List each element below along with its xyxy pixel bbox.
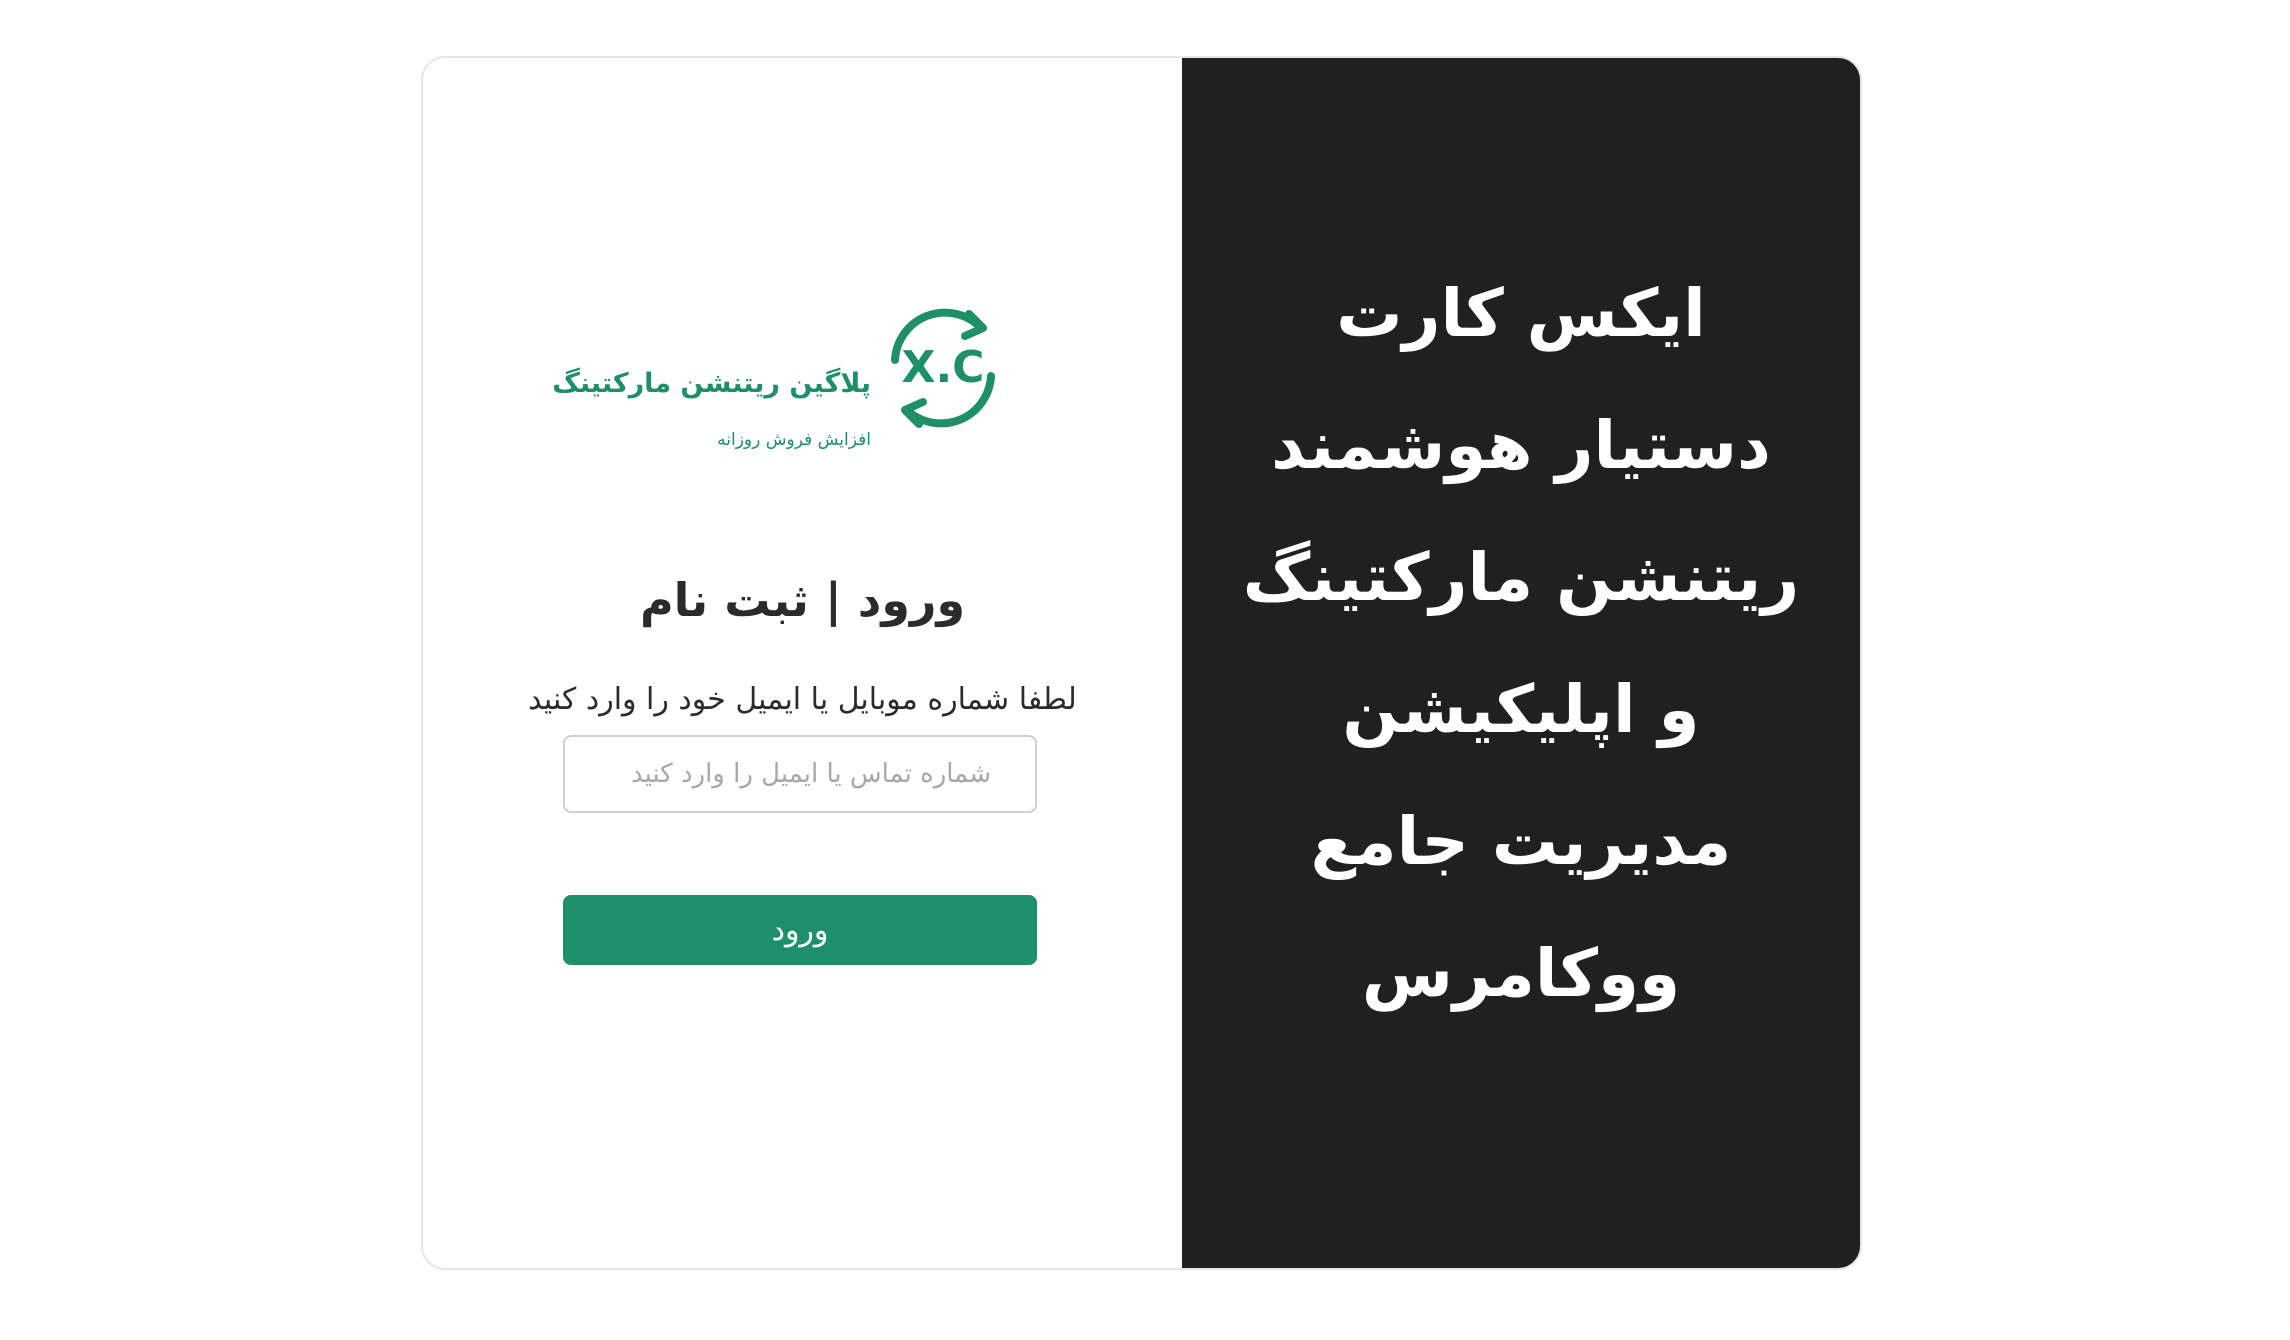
- brand-logo: X.C پلاگین ریتنشن مارکتینگ افزایش فروش ر…: [552, 298, 1013, 450]
- login-card: X.C پلاگین ریتنشن مارکتینگ افزایش فروش ر…: [421, 56, 1862, 1270]
- page-title: ورود | ثبت نام: [639, 573, 966, 627]
- promo-line: ریتنشن مارکتینگ: [1242, 539, 1800, 616]
- login-button[interactable]: ورود: [563, 895, 1037, 965]
- contact-input[interactable]: [563, 735, 1037, 813]
- promo-pane: ایکس کارت دستیار هوشمند ریتنشن مارکتینگ …: [1182, 58, 1860, 1268]
- promo-line: دستیار هوشمند: [1271, 407, 1771, 484]
- promo-line: ووکامرس: [1361, 935, 1681, 1012]
- logo-title: پلاگین ریتنشن مارکتینگ: [552, 368, 871, 399]
- promo-line: مدیریت جامع: [1310, 803, 1732, 880]
- logo-mark-text: X.C: [902, 342, 985, 393]
- logo-tagline: افزایش فروش روزانه: [717, 430, 871, 450]
- login-instruction: لطفا شماره موبایل یا ایمیل خود را وارد ک…: [528, 682, 1077, 717]
- login-form-pane: X.C پلاگین ریتنشن مارکتینگ افزایش فروش ر…: [423, 58, 1182, 1268]
- promo-line: و اپلیکیشن: [1342, 671, 1700, 748]
- promo-headline: ایکس کارت دستیار هوشمند ریتنشن مارکتینگ …: [1243, 248, 1800, 1040]
- promo-line: ایکس کارت: [1336, 275, 1706, 352]
- xc-cycle-logo-icon: X.C: [891, 308, 995, 428]
